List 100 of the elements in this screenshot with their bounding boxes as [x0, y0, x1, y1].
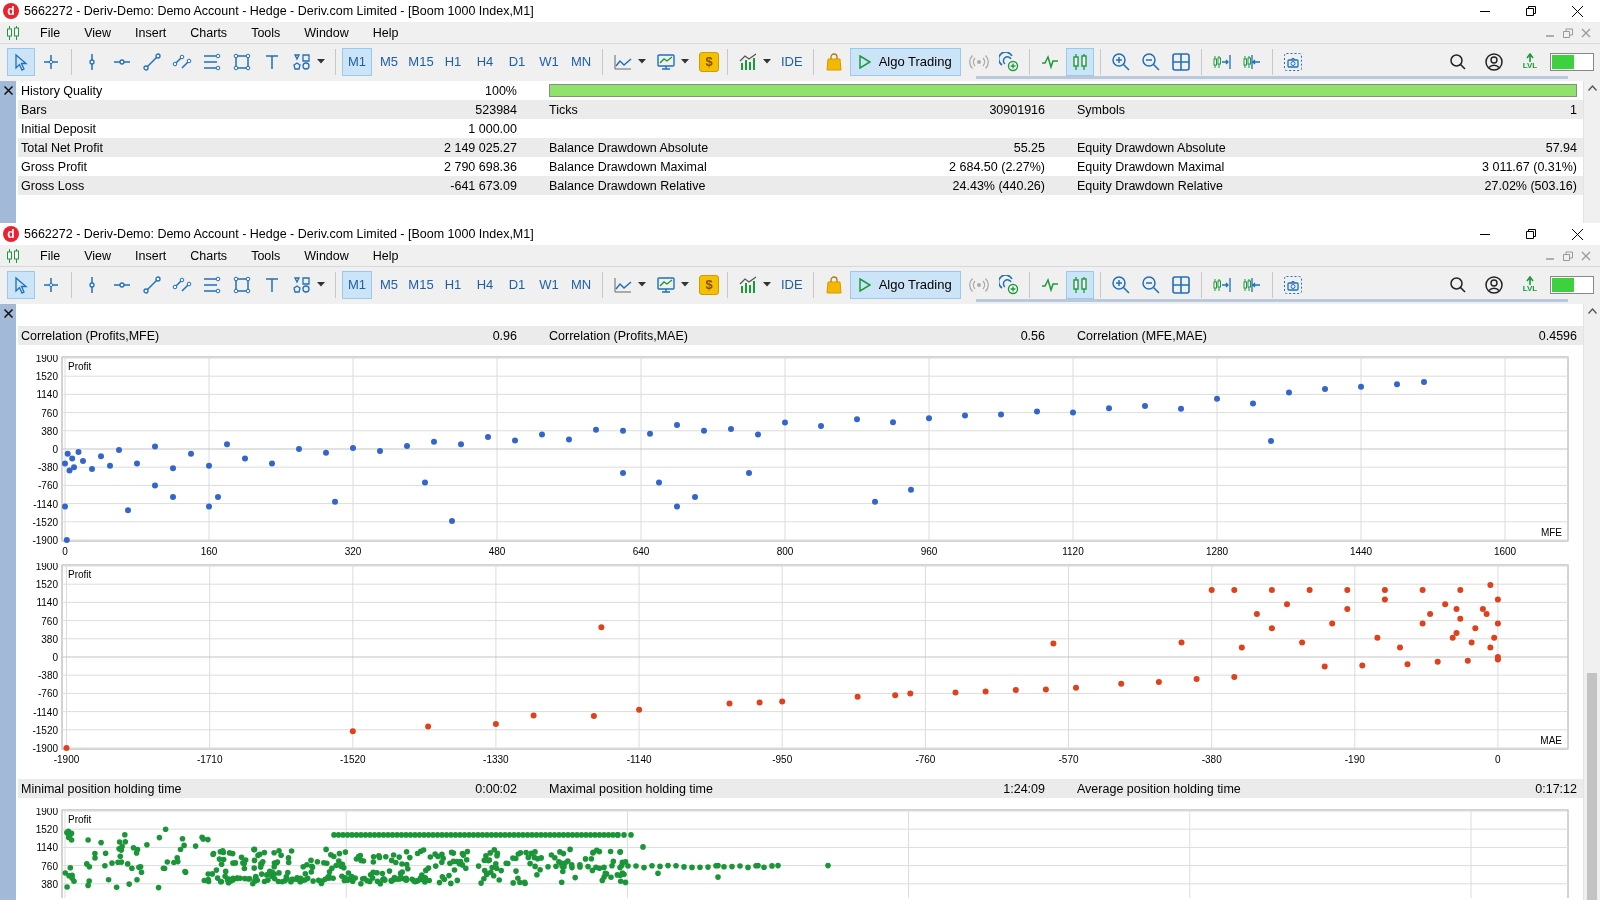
stat-label: Minimal position holding time	[21, 781, 182, 796]
menu-item[interactable]: File	[30, 246, 71, 265]
data-point	[926, 415, 932, 422]
timeframe-tab[interactable]: M1	[342, 47, 372, 76]
axis-tick-label: 380	[41, 425, 58, 437]
play-icon	[858, 277, 871, 292]
menu-item[interactable]: Help	[362, 246, 409, 265]
menu-item[interactable]: View	[74, 23, 122, 42]
close-icon[interactable]	[3, 86, 13, 95]
level-button[interactable]: LVL	[1518, 276, 1542, 293]
candlestick-icon[interactable]	[1065, 270, 1094, 299]
axis-tick-label: -1900	[32, 535, 58, 546]
menu-item[interactable]: File	[30, 23, 71, 42]
menu-item[interactable]: Tools	[241, 246, 291, 265]
axis-title: Profit	[68, 569, 92, 580]
timeframe-tab[interactable]: M15	[406, 47, 436, 76]
data-point	[152, 482, 158, 489]
ide-button[interactable]: IDE	[777, 54, 807, 69]
timeframe-tab[interactable]: M1	[342, 270, 372, 299]
timeframe-tab[interactable]: MN	[566, 270, 596, 299]
level-button[interactable]: LVL	[1518, 53, 1542, 70]
stat-value: 1	[1570, 102, 1577, 117]
menu-item[interactable]: Charts	[180, 23, 238, 42]
data-point	[1286, 389, 1292, 396]
candlestick-icon[interactable]	[1065, 47, 1094, 76]
data-point	[1381, 586, 1388, 593]
timeframe-tab[interactable]: H4	[470, 47, 500, 76]
menu-item[interactable]: Insert	[125, 246, 177, 265]
stat-value: 0:00:02	[475, 781, 517, 796]
timeframe-tab[interactable]: M5	[374, 270, 404, 299]
scroll-up-icon[interactable]	[1587, 308, 1597, 314]
stat-label: Balance Drawdown Relative	[549, 178, 706, 193]
timeframe-tab[interactable]: MN	[566, 47, 596, 76]
data-point	[1381, 596, 1388, 603]
cursor-icon[interactable]	[7, 270, 35, 299]
menu-item[interactable]: Window	[294, 246, 359, 265]
axis-tick-label: -1520	[32, 724, 58, 736]
caret-icon[interactable]	[638, 282, 646, 287]
data-point	[755, 431, 761, 438]
menu-item[interactable]: Insert	[125, 23, 177, 42]
timeframe-tab[interactable]: H1	[438, 47, 468, 76]
caret-icon[interactable]	[317, 282, 325, 287]
coin-icon[interactable]: $	[699, 274, 719, 295]
timeframe-tab[interactable]: W1	[534, 270, 564, 299]
menu-item[interactable]: Help	[362, 23, 409, 42]
timeframe-tab[interactable]: D1	[502, 270, 532, 299]
cursor-icon[interactable]	[7, 47, 35, 76]
timeframe-tab[interactable]: D1	[502, 47, 532, 76]
data-point	[1344, 586, 1351, 593]
data-point	[674, 503, 680, 510]
timeframe-tab[interactable]: H1	[438, 270, 468, 299]
stat-label: Balance Drawdown Maximal	[549, 159, 707, 174]
timeframe-tab[interactable]: W1	[534, 47, 564, 76]
caret-icon[interactable]	[681, 59, 689, 64]
algo-trading-button[interactable]: Algo Trading	[849, 47, 961, 76]
axis-tick-label: 0	[52, 444, 58, 455]
menu-item[interactable]: Charts	[180, 246, 238, 265]
arrow-up-icon	[1525, 276, 1535, 285]
stat-value: 1 000.00	[468, 121, 517, 136]
axis-tick-label: -1140	[626, 754, 652, 765]
data-point	[620, 470, 626, 476]
data-point	[98, 453, 104, 460]
menu-item[interactable]: Window	[294, 23, 359, 42]
data-point	[1322, 386, 1328, 393]
connection-meter-icon[interactable]	[1550, 52, 1594, 71]
candlestick-icon	[6, 247, 20, 264]
data-point	[215, 493, 221, 500]
data-point	[907, 690, 914, 697]
menu-item[interactable]: View	[74, 246, 122, 265]
caret-icon[interactable]	[763, 282, 771, 287]
ide-button[interactable]: IDE	[777, 277, 807, 292]
timeframe-tab[interactable]: M5	[374, 47, 404, 76]
caret-icon[interactable]	[317, 59, 325, 64]
caret-icon[interactable]	[638, 59, 646, 64]
arrow-up-icon	[1525, 53, 1535, 62]
coin-icon[interactable]: $	[699, 51, 719, 72]
data-point	[756, 699, 763, 706]
stat-value: 2 684.50 (2.27%)	[949, 159, 1045, 174]
axis-tick-label: 1440	[1349, 546, 1373, 557]
data-point	[458, 441, 464, 448]
timeframe-tab[interactable]: M15	[406, 270, 436, 299]
connection-meter-icon[interactable]	[1550, 275, 1594, 294]
data-point	[377, 447, 383, 454]
axis-tick-label: 800	[776, 546, 794, 557]
data-point	[1434, 658, 1441, 665]
caret-icon[interactable]	[763, 59, 771, 64]
close-icon[interactable]	[3, 309, 13, 318]
axis-tick-label: -1900	[53, 754, 80, 765]
axis-tick-label: -760	[38, 480, 58, 492]
axis-tick-label: 0	[1495, 754, 1501, 765]
data-point	[598, 624, 605, 631]
scroll-up-icon[interactable]	[1587, 85, 1597, 91]
data-point	[1050, 640, 1057, 647]
menu-item[interactable]: Tools	[241, 23, 291, 42]
timeframe-tab[interactable]: H4	[470, 270, 500, 299]
scrollbar-thumb[interactable]	[1587, 673, 1597, 900]
algo-trading-button[interactable]: Algo Trading	[849, 270, 961, 299]
data-point	[854, 416, 860, 423]
caret-icon[interactable]	[681, 282, 689, 287]
axis-tick-label: -760	[915, 754, 936, 765]
